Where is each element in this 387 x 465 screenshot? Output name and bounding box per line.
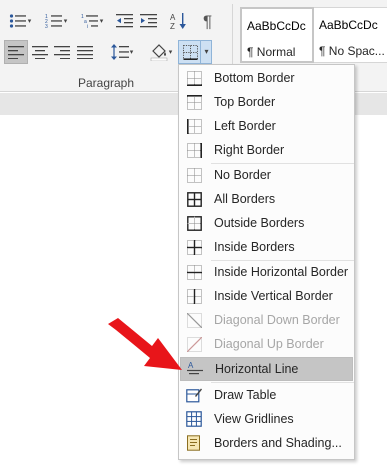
svg-text:i: i — [87, 24, 88, 29]
menu-item-no-border[interactable]: No Border — [180, 163, 353, 187]
bottom-border-icon — [182, 66, 206, 90]
menu-item-diagonal-down-border: Diagonal Down Border — [180, 308, 353, 332]
menu-item-label: Diagonal Up Border — [214, 337, 324, 351]
style-name: ¶ No Spac... — [319, 44, 385, 58]
multilevel-list-button[interactable]: 1 a i ▾ — [76, 9, 108, 33]
style-no-spacing[interactable]: AaBbCcDc ¶ No Spac... — [314, 7, 387, 63]
top-border-icon — [182, 90, 206, 114]
menu-item-all-borders[interactable]: All Borders — [180, 187, 353, 211]
bullets-button[interactable]: ▾ — [4, 9, 36, 33]
draw-table-icon — [182, 383, 206, 407]
menu-item-label: Right Border — [214, 143, 285, 157]
outside-borders-icon — [182, 211, 206, 235]
borders-dropdown-arrow[interactable]: ▾ — [201, 40, 211, 64]
bullets-icon — [9, 14, 26, 28]
inside-borders-icon — [182, 235, 206, 259]
align-left-button[interactable] — [4, 40, 28, 64]
menu-item-label: Outside Borders — [214, 216, 305, 230]
align-right-icon — [54, 46, 70, 59]
left-border-icon — [182, 114, 206, 138]
menu-item-inside-horizontal-border[interactable]: Inside Horizontal Border — [180, 260, 353, 284]
menu-item-label: View Gridlines — [214, 412, 294, 426]
pilcrow-icon: ¶ — [203, 12, 212, 30]
diagonal-down-border-icon — [182, 308, 206, 332]
view-gridlines-icon — [182, 407, 206, 431]
inside-horizontal-border-icon — [182, 260, 206, 284]
paragraph-group-label: Paragraph — [77, 76, 135, 90]
no-border-icon — [182, 163, 206, 187]
all-borders-icon — [182, 187, 206, 211]
menu-item-diagonal-up-border: Diagonal Up Border — [180, 332, 353, 356]
inside-vertical-border-icon — [182, 284, 206, 308]
menu-item-left-border[interactable]: Left Border — [180, 114, 353, 138]
svg-text:A: A — [188, 361, 194, 370]
menu-item-view-gridlines[interactable]: View Gridlines — [180, 407, 353, 431]
multilevel-list-icon: 1 a i — [81, 14, 98, 29]
menu-item-label: No Border — [214, 168, 271, 182]
style-name: ¶ Normal — [247, 45, 296, 59]
chevron-down-icon: ▾ — [204, 47, 209, 56]
line-spacing-icon — [110, 44, 129, 60]
menu-item-draw-table[interactable]: Draw Table — [180, 383, 353, 407]
align-left-icon — [8, 46, 24, 59]
menu-item-inside-borders[interactable]: Inside Borders — [180, 235, 353, 259]
menu-item-top-border[interactable]: Top Border — [180, 90, 353, 114]
menu-item-bottom-border[interactable]: Bottom Border — [180, 66, 353, 90]
menu-item-inside-vertical-border[interactable]: Inside Vertical Border — [180, 284, 353, 308]
align-center-button[interactable] — [28, 40, 52, 64]
svg-text:3: 3 — [45, 24, 48, 29]
borders-button[interactable]: ▾ — [178, 40, 212, 64]
menu-item-outside-borders[interactable]: Outside Borders — [180, 211, 353, 235]
svg-text:A: A — [170, 13, 176, 22]
sort-icon: A Z — [170, 13, 186, 30]
menu-item-label: Diagonal Down Border — [214, 313, 340, 327]
menu-item-label: Horizontal Line — [215, 362, 299, 376]
borders-icon — [182, 44, 198, 60]
menu-item-borders-and-shading[interactable]: Borders and Shading... — [180, 431, 353, 455]
menu-item-label: Inside Vertical Border — [214, 289, 333, 303]
align-center-icon — [32, 46, 48, 59]
menu-item-label: Bottom Border — [214, 71, 295, 85]
svg-text:¶: ¶ — [203, 12, 212, 30]
style-normal[interactable]: AaBbCcDc ¶ Normal — [240, 7, 314, 63]
menu-item-label: Borders and Shading... — [214, 436, 342, 450]
borders-dropdown-menu: Bottom Border Top Border Left Border Rig… — [178, 64, 355, 460]
borders-and-shading-icon — [182, 431, 206, 455]
justify-icon — [77, 46, 93, 59]
diagonal-up-border-icon — [182, 332, 206, 356]
shading-button[interactable]: ▾ — [145, 40, 177, 64]
numbering-button[interactable]: 1 2 3 ▾ — [40, 9, 72, 33]
red-arrow-icon — [108, 318, 182, 370]
style-sample: AaBbCcDc — [319, 18, 378, 32]
menu-item-right-border[interactable]: Right Border — [180, 138, 353, 162]
menu-item-label: Inside Horizontal Border — [214, 265, 349, 279]
right-border-icon — [182, 138, 206, 162]
sort-button[interactable]: A Z — [168, 9, 190, 33]
menu-item-label: Inside Borders — [214, 240, 295, 254]
menu-item-label: Left Border — [214, 119, 276, 133]
decrease-indent-button[interactable] — [114, 9, 136, 33]
numbering-icon: 1 2 3 — [45, 14, 62, 29]
align-right-button[interactable] — [50, 40, 74, 64]
shading-icon — [150, 44, 167, 61]
decrease-indent-icon — [116, 14, 133, 28]
menu-item-label: All Borders — [214, 192, 276, 206]
increase-indent-button[interactable] — [138, 9, 160, 33]
menu-item-label: Top Border — [214, 95, 276, 109]
menu-item-label: Draw Table — [214, 388, 277, 402]
increase-indent-icon — [140, 14, 157, 28]
menu-item-horizontal-line[interactable]: A Horizontal Line — [180, 357, 353, 381]
style-sample: AaBbCcDc — [247, 19, 306, 33]
horizontal-line-icon: A — [183, 357, 207, 381]
show-marks-button[interactable]: ¶ — [198, 9, 220, 33]
line-spacing-button[interactable]: ▾ — [106, 40, 138, 64]
svg-text:Z: Z — [170, 22, 175, 30]
justify-button[interactable] — [73, 40, 97, 64]
